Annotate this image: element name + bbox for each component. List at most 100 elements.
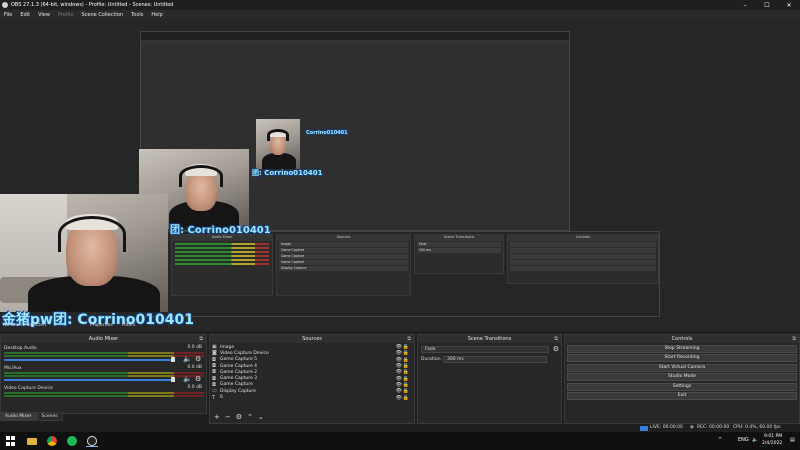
transition-select[interactable]: Fade — [421, 345, 549, 353]
tab-scenes[interactable]: Scenes — [36, 412, 63, 421]
language-indicator[interactable]: ENG — [738, 437, 749, 443]
mixer-channel-mic: Mic/Aux 0.0 dB 🔈 ⚙ — [1, 363, 206, 383]
exit-button[interactable]: Exit — [567, 392, 797, 400]
obs-logo-icon — [2, 2, 8, 8]
dock-tabs: Audio Mixer Scenes — [0, 412, 63, 421]
mixer-channel-db: 0.0 dB — [187, 365, 202, 370]
add-source-icon[interactable]: + — [214, 413, 220, 421]
spotify-icon[interactable] — [66, 435, 78, 447]
live-indicator-icon — [640, 425, 648, 431]
stop-streaming-button[interactable]: Stop Streaming — [567, 344, 797, 353]
rec-time: REC: 00:00:00 — [697, 425, 730, 430]
source-item[interactable]: T 6 👁 🔒 — [212, 394, 412, 401]
gamepad-icon: ◘ — [212, 363, 216, 370]
controls-title: Controls ⧉ — [565, 335, 799, 343]
lock-icon[interactable]: 🔒 — [403, 357, 409, 363]
scene-transitions-panel: Scene Transitions ⧉ Fade ⚙ Duration 300 … — [417, 334, 562, 424]
menu-tools[interactable]: Tools — [131, 12, 143, 18]
speaker-icon[interactable]: 🔈 — [183, 375, 192, 383]
gear-icon[interactable]: ⚙ — [553, 345, 559, 353]
mixer-channel-db: 0.0 dB — [187, 385, 202, 390]
duration-label: Duration — [421, 356, 441, 362]
clock-time[interactable]: 9:01 PM — [764, 434, 782, 439]
camera-icon: ◙ — [212, 350, 217, 357]
webcam-capture-3 — [256, 119, 300, 169]
gamepad-icon: ◘ — [212, 375, 216, 382]
bottom-dock: Audio Mixer ⧉ Desktop Audio 0.0 dB 🔈 ⚙ M… — [0, 331, 800, 424]
float-icon[interactable]: ⧉ — [199, 335, 203, 343]
gear-icon[interactable]: ⚙ — [195, 375, 201, 383]
eye-icon[interactable]: 👁 — [396, 363, 402, 369]
float-icon[interactable]: ⧉ — [554, 335, 558, 343]
nested-transitions: Scene Transitions Fade 300 ms — [414, 234, 504, 274]
mixer-channel-name: Mic/Aux — [4, 366, 22, 371]
filters-button[interactable]: Filters — [122, 323, 136, 328]
gear-icon[interactable]: ⚙ — [236, 413, 242, 421]
menu-file[interactable]: File — [4, 12, 12, 18]
menu-help[interactable]: Help — [151, 12, 162, 18]
file-explorer-icon[interactable] — [26, 435, 38, 447]
window-title: OBS 27.1.3 (64-bit, windows) - Profile: … — [11, 2, 174, 8]
nested-sources: Sources Image Game Capture Game Capture Gam… — [276, 234, 411, 296]
duration-input[interactable]: 300 ms — [443, 355, 547, 363]
minimize-button[interactable]: – — [734, 0, 756, 10]
speaker-icon[interactable]: 🔈 — [752, 437, 758, 443]
notification-icon[interactable]: ▤ — [790, 437, 795, 443]
gamepad-icon: ◘ — [212, 356, 216, 363]
menu-edit[interactable]: Edit — [20, 12, 30, 18]
float-icon[interactable]: ⧉ — [407, 335, 411, 343]
volume-slider[interactable] — [4, 379, 172, 381]
cpu-stats: CPU: 0.4%, 60.00 fps — [733, 425, 781, 430]
volume-slider-handle[interactable] — [171, 357, 175, 362]
volume-slider-handle[interactable] — [171, 377, 175, 382]
obs-taskbar-icon[interactable] — [86, 435, 98, 447]
eye-icon[interactable]: 👁 — [396, 350, 402, 356]
start-virtual-camera-button[interactable]: Start Virtual Camera — [567, 363, 797, 372]
menu-profile[interactable]: Profile — [58, 12, 74, 18]
volume-meter — [4, 352, 204, 354]
eye-icon[interactable]: 👁 — [396, 388, 402, 394]
close-button[interactable]: ✕ — [778, 0, 800, 10]
volume-meter — [4, 395, 204, 397]
move-up-icon[interactable]: ⌃ — [247, 413, 253, 421]
eye-icon[interactable]: 👁 — [396, 395, 402, 401]
gear-icon[interactable]: ⚙ — [195, 355, 201, 363]
menu-view[interactable]: View — [38, 12, 50, 18]
rec-indicator-icon: ● — [690, 425, 694, 430]
eye-icon[interactable]: 👁 — [396, 357, 402, 363]
move-down-icon[interactable]: ⌄ — [258, 413, 264, 421]
overlay-text-2: 团: Corrino010401 — [170, 225, 271, 236]
lock-icon[interactable]: 🔒 — [403, 395, 409, 401]
eye-icon[interactable]: 👁 — [396, 369, 402, 375]
tray-chevron-icon[interactable]: ^ — [718, 437, 722, 443]
lock-icon[interactable]: 🔒 — [403, 350, 409, 356]
start-recording-button[interactable]: Start Recording — [567, 354, 797, 362]
windows-start-icon[interactable] — [5, 435, 15, 447]
status-bar: LIVE: 00:00:00 ● REC: 00:00:00 CPU: 0.4%… — [0, 424, 800, 432]
preview-canvas[interactable]: Audio Mixer Sources Image Game Capture Gam… — [0, 19, 800, 331]
volume-slider[interactable] — [4, 359, 172, 361]
overlay-text-4: Corrino010401 — [306, 130, 348, 136]
mixer-channel-name: Desktop Audio — [4, 346, 37, 351]
float-icon[interactable]: ⧉ — [792, 335, 796, 343]
lock-icon[interactable]: 🔒 — [403, 376, 409, 382]
eye-icon[interactable]: 👁 — [396, 344, 402, 350]
menu-scene-collection[interactable]: Scene Collection — [81, 12, 123, 18]
properties-button[interactable]: Properties — [90, 323, 113, 328]
lock-icon[interactable]: 🔒 — [403, 369, 409, 375]
gamepad-icon: ◘ — [212, 369, 216, 376]
tab-audio-mixer[interactable]: Audio Mixer — [0, 412, 37, 421]
maximize-button[interactable]: ☐ — [756, 0, 778, 10]
remove-source-icon[interactable]: − — [225, 413, 231, 421]
studio-mode-button[interactable]: Studio Mode — [567, 373, 797, 381]
lock-icon[interactable]: 🔒 — [403, 388, 409, 394]
clock-date[interactable]: 2/4/2022 — [762, 441, 782, 446]
settings-button[interactable]: Settings — [567, 382, 797, 391]
webcam-capture-1 — [0, 194, 168, 312]
sources-toolbar: + − ⚙ ⌃ ⌄ — [214, 413, 264, 421]
eye-icon[interactable]: 👁 — [396, 382, 402, 388]
chrome-icon[interactable] — [46, 435, 58, 447]
mixer-channel-name: Video Capture Device — [4, 386, 53, 391]
eye-icon[interactable]: 👁 — [396, 376, 402, 382]
speaker-icon[interactable]: 🔈 — [183, 355, 192, 363]
